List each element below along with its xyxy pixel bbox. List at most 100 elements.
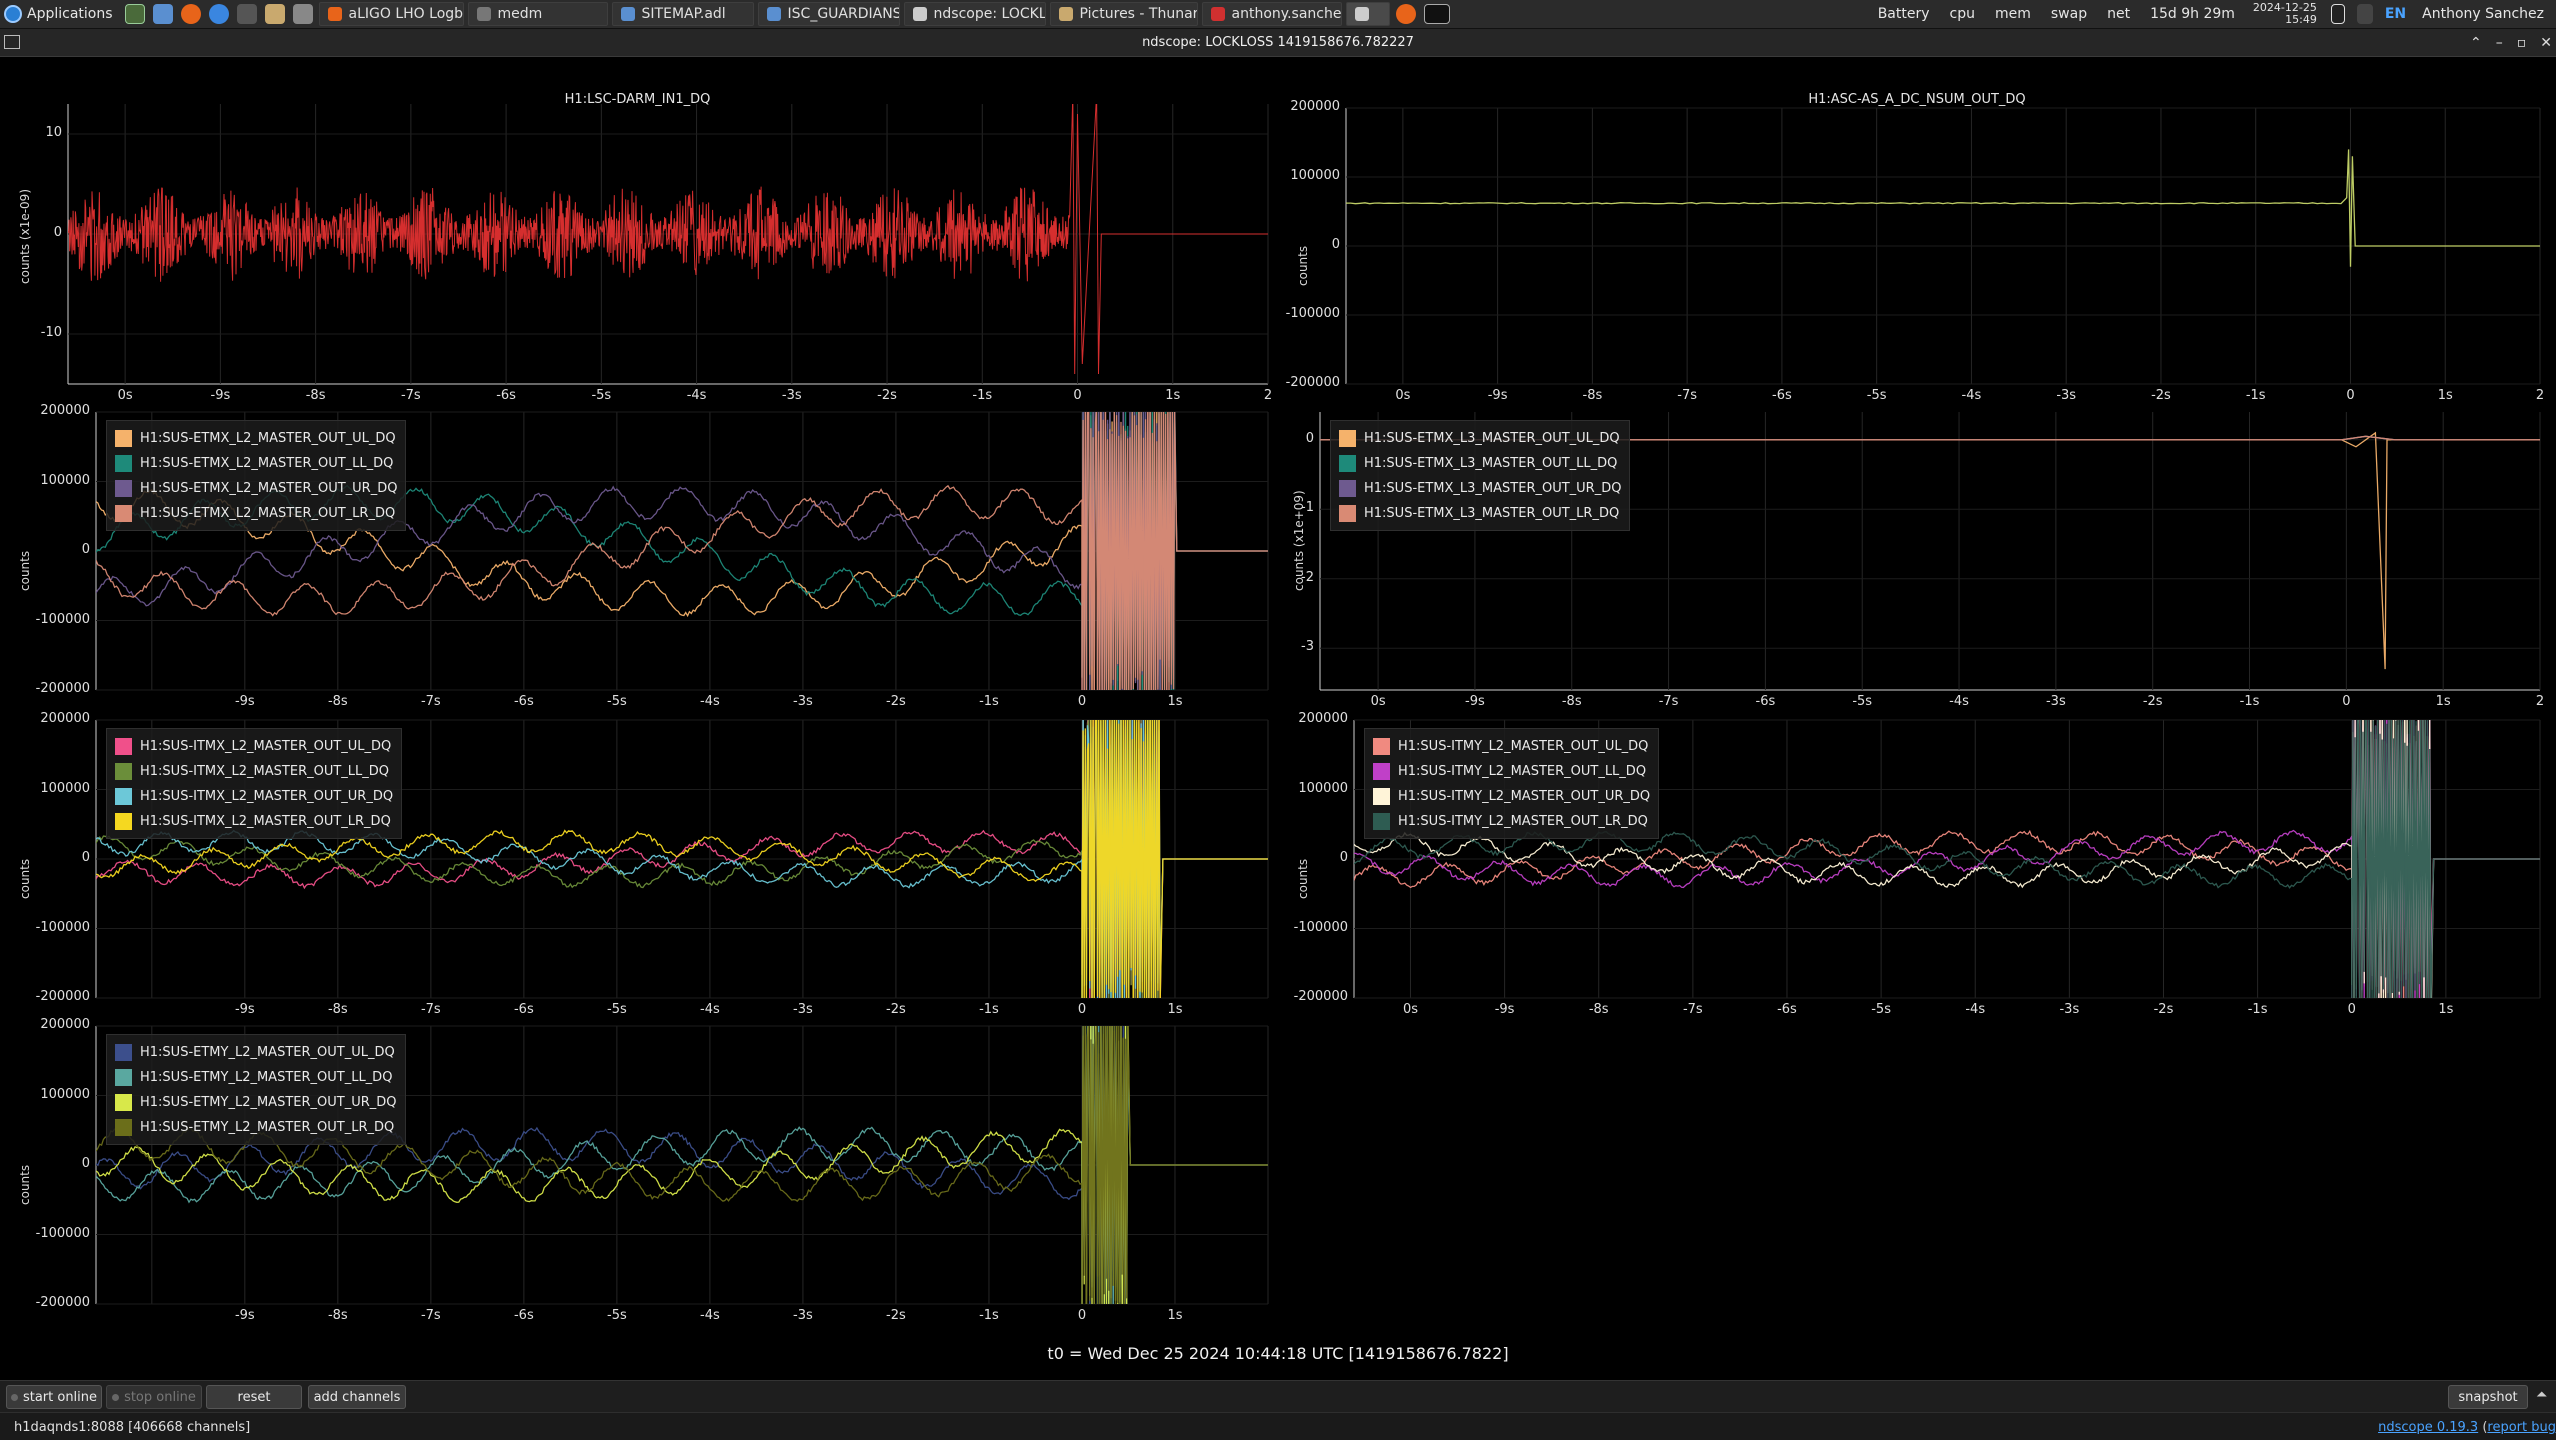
- legend-swatch: [1373, 738, 1390, 755]
- plot-canvas[interactable]: [1278, 72, 2556, 402]
- legend-swatch: [115, 480, 132, 497]
- shade-icon[interactable]: ⌃: [2470, 35, 2482, 51]
- window-menu-icon[interactable]: [4, 35, 20, 49]
- plot-p6[interactable]: 200000 100000 0 -100000 -200000 0s -9s -8s -7s -6…: [1278, 711, 2556, 1022]
- legend-item[interactable]: H1:SUS-ITMX_L2_MASTER_OUT_UR_DQ: [115, 784, 393, 809]
- chrome-launcher-icon[interactable]: [208, 4, 229, 24]
- y-axis-label: counts: [1296, 245, 1310, 286]
- mem-monitor[interactable]: mem: [1987, 6, 2039, 22]
- legend-item[interactable]: H1:SUS-ITMX_L2_MASTER_OUT_LR_DQ: [115, 809, 393, 834]
- battery-indicator[interactable]: Battery: [1870, 6, 1938, 22]
- x-tick-label: -4s: [1965, 1002, 1986, 1017]
- plot-legend[interactable]: H1:SUS-ITMX_L2_MASTER_OUT_UL_DQ H1:SUS-IT…: [106, 728, 403, 839]
- x-tick-label: 0: [1077, 694, 1087, 709]
- x-tick-label: -6s: [513, 1002, 534, 1017]
- add-channels-button[interactable]: add channels: [308, 1385, 406, 1409]
- task-button[interactable]: medm: [467, 2, 608, 26]
- plot-canvas[interactable]: [0, 72, 1275, 402]
- legend-item[interactable]: H1:SUS-ETMX_L2_MASTER_OUT_LL_DQ: [115, 451, 397, 476]
- task-button[interactable]: Pictures - Thunar: [1049, 2, 1198, 26]
- x-tick-label: -2s: [2142, 694, 2163, 709]
- editor-launcher-icon[interactable]: [292, 4, 313, 24]
- plot-p7[interactable]: 200000 100000 0 -100000 -200000 -9s -8s -7s -6s -…: [0, 1017, 1275, 1330]
- legend-item[interactable]: H1:SUS-ITMX_L2_MASTER_OUT_LL_DQ: [115, 759, 393, 784]
- reset-button[interactable]: reset: [206, 1385, 302, 1409]
- window-switcher-button[interactable]: [1345, 2, 1390, 26]
- power-icon[interactable]: [2330, 4, 2345, 24]
- legend-item[interactable]: H1:SUS-ITMY_L2_MASTER_OUT_LL_DQ: [1373, 759, 1650, 784]
- share-launcher-icon[interactable]: [236, 4, 257, 24]
- plot-legend[interactable]: H1:SUS-ITMY_L2_MASTER_OUT_UL_DQ H1:SUS-IT…: [1364, 728, 1660, 839]
- y-tick-label: 100000: [40, 1086, 90, 1102]
- keyboard-layout-indicator[interactable]: EN: [2381, 6, 2410, 22]
- plot-legend[interactable]: H1:SUS-ETMY_L2_MASTER_OUT_UL_DQ H1:SUS-ET…: [106, 1034, 406, 1145]
- plot-p1[interactable]: H1:LSC-DARM_IN1_DQ 10 0 -10 0s -9s -8s -7s -6s -5…: [0, 72, 1275, 403]
- expand-icon[interactable]: ⏶: [2536, 1387, 2547, 1403]
- start-online-button[interactable]: start online: [6, 1385, 102, 1409]
- x-tick-label: -8s: [327, 1308, 348, 1323]
- network-icon[interactable]: [2356, 4, 2373, 24]
- legend-item[interactable]: H1:SUS-ETMX_L3_MASTER_OUT_UR_DQ: [1339, 476, 1621, 501]
- firefox-launcher-icon[interactable]: [180, 4, 201, 24]
- legend-item[interactable]: H1:SUS-ETMY_L2_MASTER_OUT_LL_DQ: [115, 1065, 397, 1090]
- legend-item[interactable]: H1:SUS-ITMY_L2_MASTER_OUT_UR_DQ: [1373, 784, 1650, 809]
- legend-item[interactable]: H1:SUS-ETMY_L2_MASTER_OUT_UR_DQ: [115, 1090, 397, 1115]
- task-button[interactable]: anthony.sanchez...: [1201, 2, 1342, 26]
- plot-p4[interactable]: 0 -1 -2 -3 0s -9s -8s -7s -6s -5s -4s -3s -2s -1s 0 1s 2…: [1278, 408, 2556, 714]
- minimize-icon[interactable]: –: [2496, 35, 2503, 51]
- plot-legend[interactable]: H1:SUS-ETMX_L2_MASTER_OUT_UL_DQ H1:SUS-ET…: [106, 420, 407, 531]
- legend-item[interactable]: H1:SUS-ITMY_L2_MASTER_OUT_LR_DQ: [1373, 809, 1650, 834]
- x-tick-label: -4s: [700, 694, 720, 709]
- terminal-launcher-icon[interactable]: [124, 4, 145, 24]
- legend-label: H1:SUS-ITMY_L2_MASTER_OUT_UR_DQ: [1398, 789, 1651, 804]
- legend-item[interactable]: H1:SUS-ETMX_L3_MASTER_OUT_LR_DQ: [1339, 501, 1621, 526]
- x-tick-label: -1s: [2239, 694, 2260, 709]
- x-tick-label: -5s: [607, 1002, 627, 1017]
- legend-item[interactable]: H1:SUS-ETMX_L3_MASTER_OUT_UL_DQ: [1339, 426, 1621, 451]
- uptime-display: 15d 9h 29m: [2150, 6, 2235, 22]
- y-tick-label: 100000: [1298, 780, 1348, 796]
- legend-item[interactable]: H1:SUS-ETMX_L3_MASTER_OUT_LL_DQ: [1339, 451, 1621, 476]
- y-tick-label: 200000: [1298, 711, 1348, 726]
- x-tick-label: -1s: [972, 388, 993, 403]
- close-icon[interactable]: ✕: [2540, 35, 2552, 51]
- task-button[interactable]: ISC_GUARDIANS...: [757, 2, 900, 26]
- plot-p5[interactable]: 200000 100000 0 -100000 -200000 -9s -8s -7s -6s -…: [0, 711, 1275, 1022]
- legend-item[interactable]: H1:SUS-ETMY_L2_MASTER_OUT_UL_DQ: [115, 1040, 397, 1065]
- legend-item[interactable]: H1:SUS-ITMY_L2_MASTER_OUT_UL_DQ: [1373, 734, 1650, 759]
- legend-label: H1:SUS-ITMX_L2_MASTER_OUT_UR_DQ: [140, 789, 394, 804]
- swap-monitor[interactable]: swap: [2043, 6, 2095, 22]
- applications-menu[interactable]: Applications: [0, 0, 121, 28]
- file-manager-launcher-icon[interactable]: [152, 4, 173, 24]
- x-tick-label: -2s: [877, 388, 897, 403]
- empty-task-slot[interactable]: [1423, 4, 1450, 24]
- task-button[interactable]: SITEMAP.adl: [611, 2, 754, 26]
- legend-item[interactable]: H1:SUS-ETMY_L2_MASTER_OUT_LR_DQ: [115, 1115, 397, 1140]
- clock[interactable]: 2024-12-25 15:49: [2247, 2, 2323, 26]
- legend-item[interactable]: H1:SUS-ETMX_L2_MASTER_OUT_UR_DQ: [115, 476, 397, 501]
- legend-label: H1:SUS-ITMX_L2_MASTER_OUT_LR_DQ: [140, 814, 391, 829]
- plot-legend[interactable]: H1:SUS-ETMX_L3_MASTER_OUT_UL_DQ H1:SUS-ET…: [1330, 420, 1631, 531]
- stop-online-button[interactable]: stop online: [106, 1385, 202, 1409]
- plot-p3[interactable]: 200000 100000 0 -100000 -200000 -9s -8s -7s -6s -…: [0, 403, 1275, 714]
- x-tick-label: -9s: [1494, 1002, 1515, 1017]
- x-tick-label: -7s: [400, 388, 421, 403]
- cpu-monitor[interactable]: cpu: [1942, 6, 1983, 22]
- user-menu[interactable]: Anthony Sanchez: [2414, 6, 2552, 22]
- task-button[interactable]: ndscope: LOCKL...: [903, 2, 1046, 26]
- archive-launcher-icon[interactable]: [264, 4, 285, 24]
- task-label: SITEMAP.adl: [641, 6, 726, 22]
- legend-item[interactable]: H1:SUS-ETMX_L2_MASTER_OUT_UL_DQ: [115, 426, 397, 451]
- report-bug-link[interactable]: report bug: [2487, 1420, 2556, 1435]
- firefox-tray-icon[interactable]: [1395, 4, 1416, 24]
- task-button[interactable]: aLIGO LHO Logb...: [318, 2, 464, 26]
- legend-label: H1:SUS-ETMX_L3_MASTER_OUT_LL_DQ: [1364, 456, 1618, 471]
- net-monitor[interactable]: net: [2099, 6, 2138, 22]
- legend-item[interactable]: H1:SUS-ITMX_L2_MASTER_OUT_UL_DQ: [115, 734, 393, 759]
- plot-p2[interactable]: H1:ASC-AS_A_DC_NSUM_OUT_DQ 200000 100000 0-…: [1278, 72, 2556, 403]
- legend-item[interactable]: H1:SUS-ETMX_L2_MASTER_OUT_LR_DQ: [115, 501, 397, 526]
- maximize-icon[interactable]: ▫: [2517, 35, 2527, 51]
- x-tick-label: -2s: [2151, 388, 2171, 403]
- version-link[interactable]: ndscope 0.19.3: [2378, 1420, 2478, 1435]
- snapshot-button[interactable]: snapshot: [2448, 1385, 2528, 1409]
